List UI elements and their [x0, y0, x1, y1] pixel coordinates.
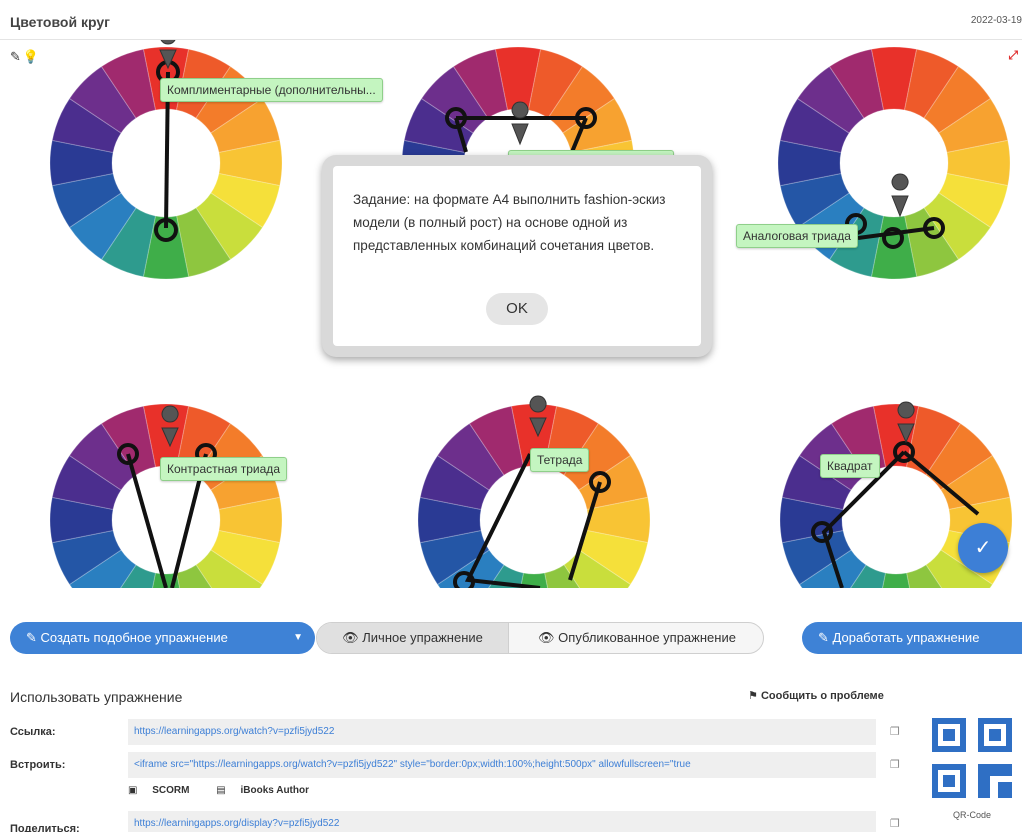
flag-icon: ⚑	[748, 690, 758, 702]
visibility-toggle: 👁 Личное упражнение 👁 Опубликованное упр…	[316, 622, 764, 654]
page-title: Цветовой круг	[10, 14, 110, 30]
ok-button[interactable]: OK	[486, 293, 548, 325]
improve-exercise-button[interactable]: ✎ Доработать упражнение	[802, 622, 1022, 654]
create-similar-button[interactable]: ✎ Создать подобное упражнение ▼	[10, 622, 315, 654]
embed-field[interactable]: <iframe src="https://learningapps.org/wa…	[128, 752, 876, 778]
copy-icon[interactable]: ❐	[890, 817, 900, 830]
qr-code[interactable]	[928, 714, 1016, 802]
eye-slash-icon: 👁	[342, 630, 359, 645]
label-analog-triad[interactable]: Аналоговая триада	[736, 224, 858, 248]
export-links: ▣ SCORM ▤ iBooks Author	[128, 785, 333, 796]
dialog-text: Задание: на формате А4 выполнить fashion…	[353, 192, 666, 253]
use-exercise-section: Использовать упражнение ⚑ Сообщить о про…	[0, 680, 1022, 832]
eye-icon: 👁	[538, 630, 555, 645]
chevron-down-icon[interactable]: ▼	[293, 622, 303, 654]
page-header: Цветовой круг 2022-03-19	[0, 0, 1022, 40]
task-dialog: Задание: на формате А4 выполнить fashion…	[322, 155, 712, 357]
label-contrast-triad[interactable]: Контрастная триада	[160, 457, 287, 481]
share-label: Поделиться:	[10, 823, 80, 832]
private-label: Личное упражнение	[362, 630, 483, 645]
embed-label: Встроить:	[10, 759, 66, 771]
label-complementary[interactable]: Комплиментарные (дополнительны...	[160, 78, 383, 102]
exercise-toolbar: ✎ Создать подобное упражнение ▼ 👁 Личное…	[0, 588, 1022, 688]
report-label: Сообщить о проблеме	[760, 690, 884, 702]
link-field[interactable]: https://learningapps.org/watch?v=pzfi5jy…	[128, 719, 876, 745]
qr-label: QR-Code	[952, 810, 991, 820]
section-title: Использовать упражнение	[10, 689, 183, 705]
dialog-body: Задание: на формате А4 выполнить fashion…	[333, 166, 701, 346]
color-wheel-app: ✎ 💡 ⤢ Комплиментарные (дополнительны... …	[0, 40, 1022, 588]
check-icon: ✓	[974, 537, 992, 559]
label-square[interactable]: Квадрат	[820, 454, 880, 478]
ibooks-link[interactable]: ▤ iBooks Author	[216, 785, 321, 796]
pencil-icon: ✎	[818, 630, 829, 645]
label-tetrad[interactable]: Тетрада	[530, 448, 590, 472]
book-icon: ▤	[216, 785, 226, 796]
scorm-link[interactable]: ▣ SCORM	[128, 785, 201, 796]
share-field[interactable]: https://learningapps.org/display?v=pzfi5…	[128, 811, 876, 832]
date-label: 2022-03-19	[970, 15, 1022, 26]
scorm-label: SCORM	[152, 785, 190, 796]
report-problem-link[interactable]: ⚑ Сообщить о проблеме	[748, 689, 884, 702]
ibooks-label: iBooks Author	[240, 785, 309, 796]
page: Цветовой круг 2022-03-19 ✎ 💡 ⤢ Комплимен…	[0, 0, 1022, 832]
copy-icon[interactable]: ❐	[890, 758, 900, 771]
link-label: Ссылка:	[10, 726, 56, 738]
create-label: Создать подобное упражнение	[40, 630, 228, 645]
published-label: Опубликованное упражнение	[558, 630, 736, 645]
check-button[interactable]: ✓	[958, 523, 1008, 573]
copy-icon[interactable]: ❐	[890, 725, 900, 738]
private-exercise-tab[interactable]: 👁 Личное упражнение	[317, 623, 509, 653]
edit-icon: ✎	[26, 630, 37, 645]
improve-label: Доработать упражнение	[832, 630, 980, 645]
published-exercise-tab[interactable]: 👁 Опубликованное упражнение	[509, 623, 763, 653]
scorm-icon: ▣	[128, 785, 138, 796]
